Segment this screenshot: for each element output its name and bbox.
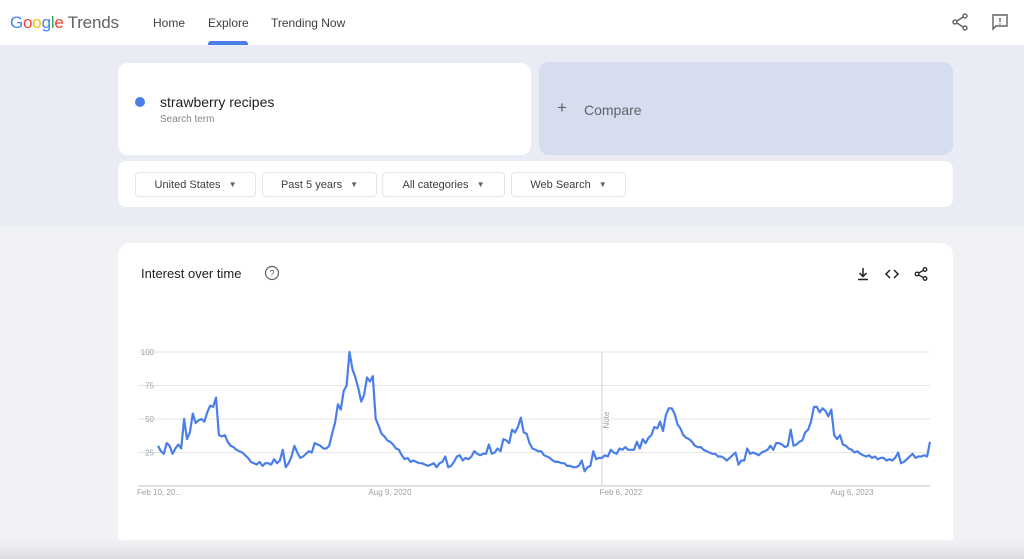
search-term-card[interactable]: strawberry recipes Search term [118, 63, 531, 155]
feedback-icon[interactable] [990, 12, 1010, 32]
logo-product-name: Trends [67, 13, 119, 32]
filter-label: Past 5 years [280, 178, 343, 191]
nav-home[interactable]: Home [153, 16, 185, 30]
share-icon[interactable] [950, 12, 970, 32]
svg-text:?: ? [269, 269, 274, 279]
caret-down-icon: ▼ [228, 180, 237, 189]
logo-letter: o [32, 13, 42, 32]
caret-down-icon: ▼ [350, 180, 359, 189]
compare-label: Compare [584, 102, 642, 118]
logo-letter: G [10, 13, 24, 32]
top-bar: Google Trends Home Explore Trending Now [0, 0, 1024, 45]
embed-icon[interactable] [884, 266, 900, 282]
search-term[interactable]: strawberry recipes [160, 94, 274, 110]
filter-category[interactable]: All categories ▼ [382, 172, 505, 197]
filter-region[interactable]: United States ▼ [135, 172, 256, 197]
compare-button[interactable]: + Compare [539, 62, 953, 155]
help-icon[interactable]: ? [264, 265, 280, 281]
filter-label: Web Search [530, 178, 591, 191]
google-trends-logo[interactable]: Google Trends [10, 13, 119, 33]
share-icon[interactable] [913, 266, 929, 282]
filter-search-type[interactable]: Web Search ▼ [511, 172, 626, 197]
filter-label: All categories [402, 178, 469, 191]
filter-bar: United States ▼ Past 5 years ▼ All categor… [118, 161, 953, 207]
filter-label: United States [154, 178, 221, 191]
plus-icon: + [557, 98, 567, 117]
interest-over-time-card: Interest over time ? [118, 243, 953, 549]
term-color-dot [135, 97, 145, 107]
logo-letter: g [41, 13, 51, 32]
page-bottom-shadow [0, 540, 1024, 559]
logo-letter: e [54, 13, 64, 32]
download-icon[interactable] [855, 266, 871, 282]
card-title: Interest over time [141, 266, 242, 281]
caret-down-icon: ▼ [598, 180, 607, 189]
search-term-type: Search term [160, 114, 215, 125]
filter-time-range[interactable]: Past 5 years ▼ [262, 172, 377, 197]
nav-explore[interactable]: Explore [208, 16, 249, 30]
logo-letter: o [23, 13, 33, 32]
caret-down-icon: ▼ [476, 180, 485, 189]
nav-trending-now[interactable]: Trending Now [271, 16, 345, 30]
